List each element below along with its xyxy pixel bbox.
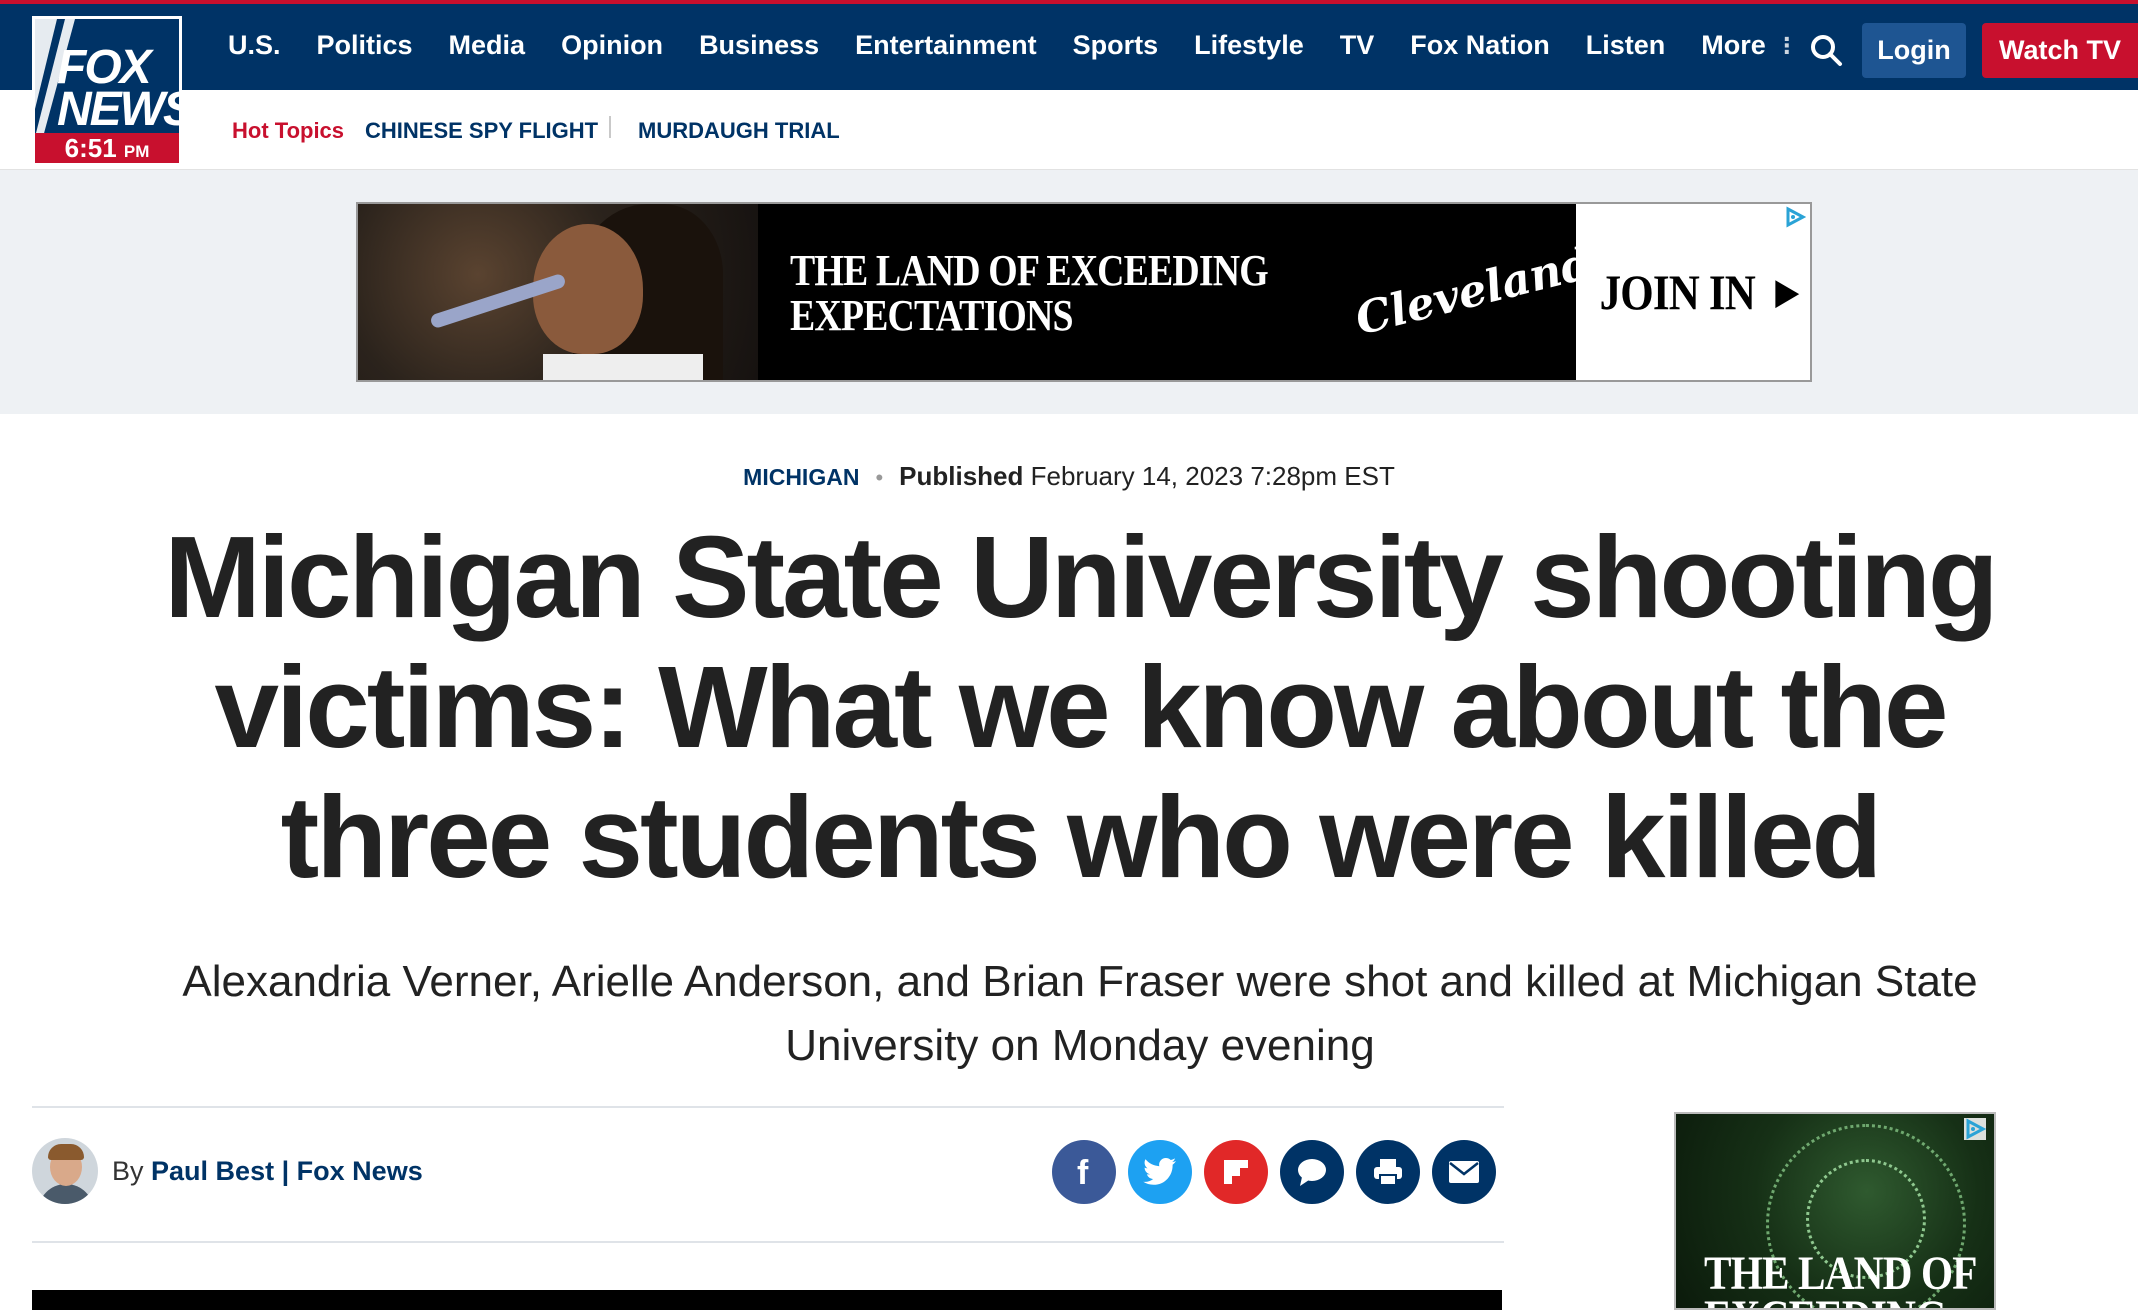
avatar-body <box>38 1184 94 1204</box>
nav-tv[interactable]: TV <box>1340 30 1375 61</box>
avatar-hair <box>48 1144 84 1160</box>
article-headline: Michigan State University shooting victi… <box>164 512 1999 902</box>
ad-headline-line2: EXPECTATIONS <box>790 291 1074 340</box>
facebook-share-button[interactable]: f <box>1052 1140 1116 1204</box>
hot-topic-murdaugh-trial[interactable]: MURDAUGH TRIAL <box>638 118 840 144</box>
nav-politics[interactable]: Politics <box>317 30 413 61</box>
main-nav: U.S. Politics Media Opinion Business Ent… <box>228 30 1834 61</box>
printer-icon <box>1374 1159 1402 1186</box>
video-player[interactable] <box>32 1290 1502 1310</box>
comment-bubble-icon <box>1298 1159 1326 1186</box>
ad-join-in-button[interactable]: JOIN IN ▶ <box>1576 204 1810 380</box>
nav-opinion[interactable]: Opinion <box>561 30 663 61</box>
ad-headline: THE LAND OF EXCEEDING EXPECTATIONS <box>790 246 1269 340</box>
flipboard-icon <box>1224 1160 1248 1184</box>
byline: By Paul Best | Fox News <box>112 1156 423 1187</box>
hot-topics-label: Hot Topics <box>232 118 345 143</box>
facebook-icon: f <box>1077 1155 1089 1189</box>
flipboard-share-button[interactable] <box>1204 1140 1268 1204</box>
twitter-icon <box>1143 1158 1176 1185</box>
logo-clock: 6:51 PM <box>35 133 179 163</box>
divider <box>32 1241 1504 1243</box>
divider <box>32 1106 1504 1108</box>
search-icon[interactable] <box>1808 32 1844 68</box>
adchoices-icon[interactable] <box>1964 1118 1986 1140</box>
hot-topic-chinese-spy-flight[interactable]: CHINESE SPY FLIGHT <box>365 118 598 144</box>
meta-separator: • <box>875 465 884 490</box>
nav-fox-nation[interactable]: Fox Nation <box>1410 30 1550 61</box>
byline-prefix: By <box>112 1156 144 1186</box>
hot-topics-bar: Hot Topics CHINESE SPY FLIGHT MURDAUGH T… <box>0 90 2138 170</box>
top-nav-bar: U.S. Politics Media Opinion Business Ent… <box>0 0 2138 90</box>
category-link[interactable]: MICHIGAN <box>743 464 859 490</box>
comments-button[interactable] <box>1280 1140 1344 1204</box>
nav-more[interactable]: More ⋮ <box>1701 30 1798 61</box>
published-date: February 14, 2023 7:28pm EST <box>1030 461 1395 491</box>
nav-listen[interactable]: Listen <box>1586 30 1666 61</box>
nav-us[interactable]: U.S. <box>228 30 281 61</box>
nav-entertainment[interactable]: Entertainment <box>855 30 1037 61</box>
logo-line2: NEWS <box>57 83 182 136</box>
fox-news-logo[interactable]: FOX NEWS 6:51 PM <box>32 16 182 166</box>
nav-more-label: More <box>1701 30 1766 60</box>
byline-divider: | <box>281 1156 290 1186</box>
logo-time: 6:51 <box>64 133 117 163</box>
nav-business[interactable]: Business <box>699 30 819 61</box>
play-arrow-icon: ▶ <box>1775 274 1798 311</box>
published-label: Published <box>899 461 1024 491</box>
nav-media[interactable]: Media <box>449 30 526 61</box>
hot-topic-divider <box>609 116 611 138</box>
adchoices-icon[interactable] <box>1784 206 1806 228</box>
envelope-icon <box>1449 1161 1479 1183</box>
outlet-link[interactable]: Fox News <box>297 1156 423 1186</box>
side-ad-line1: THE LAND OF <box>1704 1247 1978 1300</box>
author-avatar[interactable] <box>32 1138 98 1204</box>
banner-ad[interactable]: THE LAND OF EXCEEDING EXPECTATIONS Cleve… <box>356 202 1812 382</box>
print-button[interactable] <box>1356 1140 1420 1204</box>
ad-brand: Cleveland <box>1350 237 1597 346</box>
logo-ampm: PM <box>123 142 150 161</box>
watch-tv-button[interactable]: Watch TV <box>1982 23 2138 78</box>
nav-lifestyle[interactable]: Lifestyle <box>1194 30 1304 61</box>
logo-wordmark: FOX NEWS <box>57 44 182 136</box>
login-button[interactable]: Login <box>1862 23 1966 78</box>
author-link[interactable]: Paul Best <box>151 1156 274 1186</box>
ad-cta-label: JOIN IN <box>1599 264 1756 320</box>
ad-band: THE LAND OF EXCEEDING EXPECTATIONS Cleve… <box>0 170 2138 414</box>
twitter-share-button[interactable] <box>1128 1140 1192 1204</box>
nav-sports[interactable]: Sports <box>1073 30 1159 61</box>
svg-text:f: f <box>1077 1155 1089 1189</box>
share-buttons: f <box>1052 1140 1508 1204</box>
side-ad[interactable]: THE LAND OF EXCEEDING <box>1674 1112 1996 1310</box>
side-ad-text: THE LAND OF EXCEEDING <box>1704 1247 1978 1309</box>
email-share-button[interactable] <box>1432 1140 1496 1204</box>
vertical-dots-icon: ⋮ <box>1775 32 1798 58</box>
ad-photo-shirt <box>543 354 703 380</box>
article-meta: MICHIGAN • Published February 14, 2023 7:2… <box>0 461 2138 492</box>
ad-headline-line1: THE LAND OF EXCEEDING <box>790 246 1269 295</box>
side-ad-line2: EXCEEDING <box>1704 1294 1977 1309</box>
article-subheadline: Alexandria Verner, Arielle Anderson, and… <box>182 957 1978 1070</box>
ad-singer-photo <box>358 204 758 380</box>
